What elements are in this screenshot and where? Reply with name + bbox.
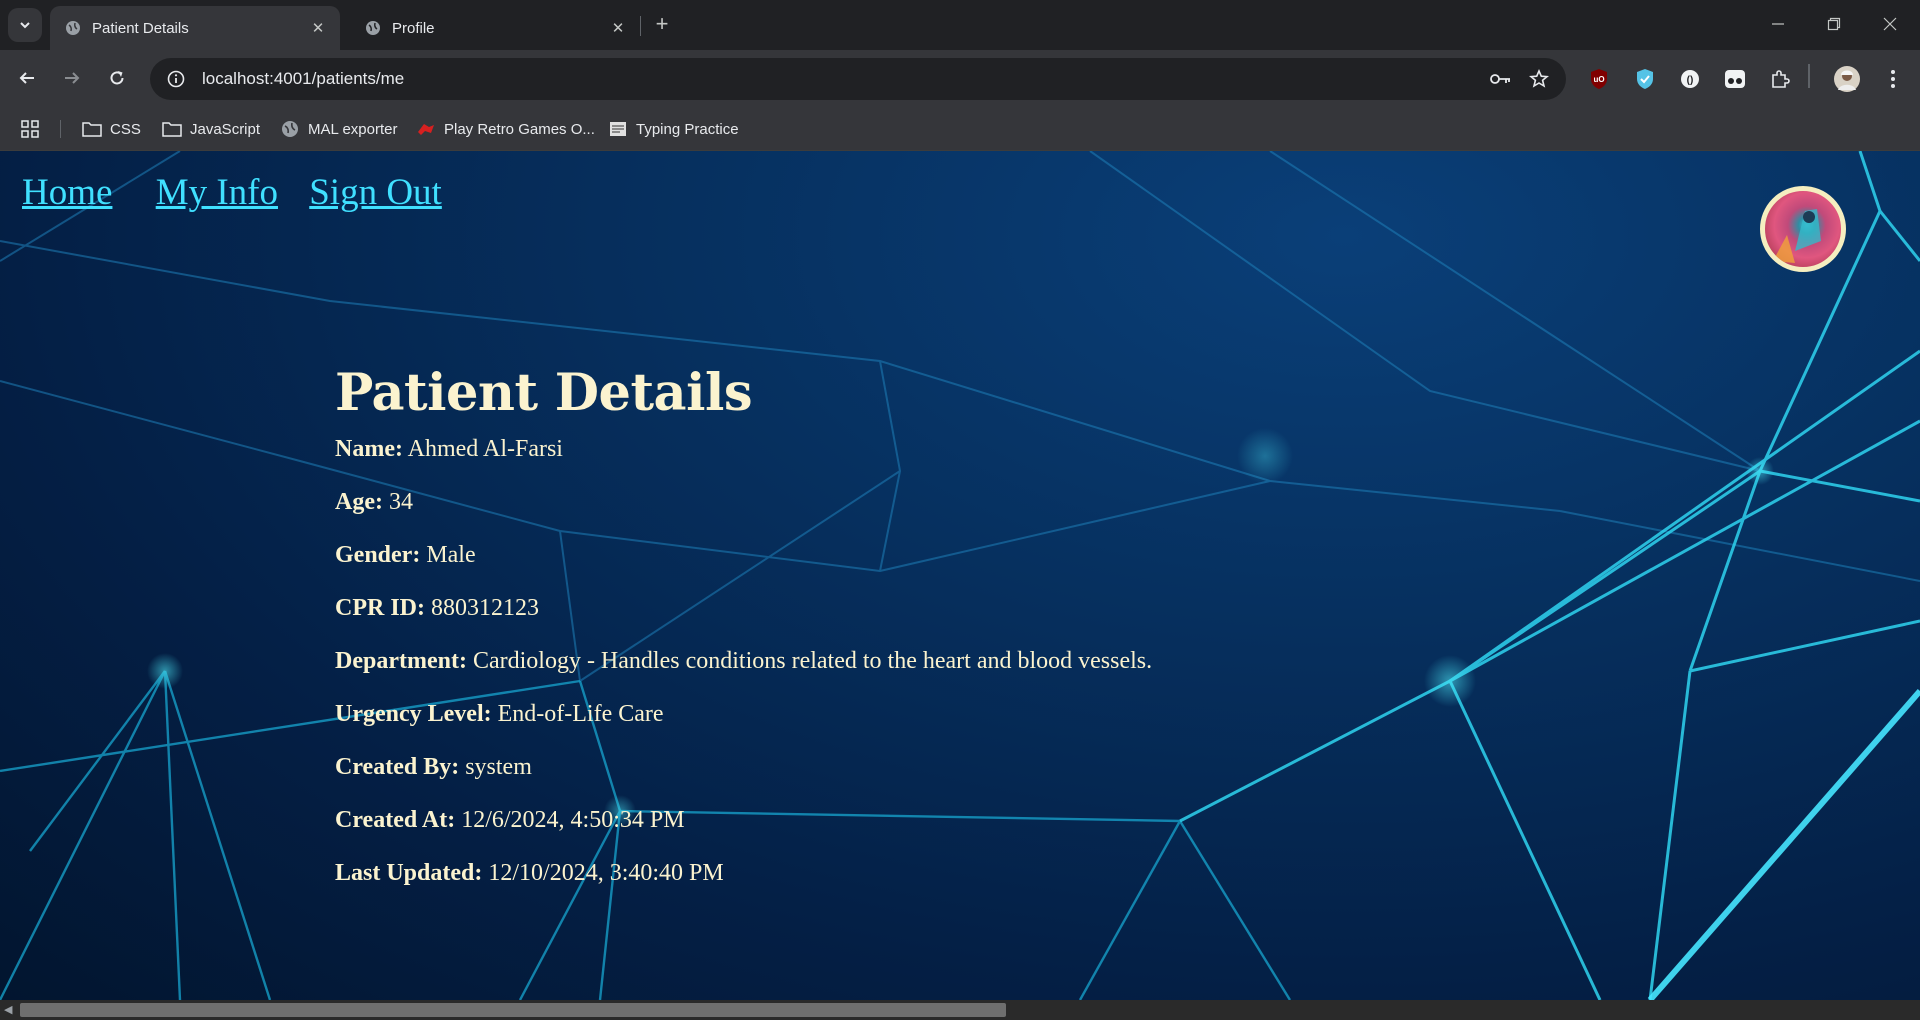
close-icon[interactable]: ✕ bbox=[306, 16, 330, 40]
keyboard-icon bbox=[608, 119, 628, 139]
field-value: 12/10/2024, 3:40:40 PM bbox=[488, 860, 724, 886]
bookmark-typing-practice[interactable]: Typing Practice bbox=[608, 116, 739, 142]
field-label: Created At: bbox=[335, 807, 456, 833]
restore-button[interactable] bbox=[1806, 0, 1862, 48]
field-label: Department: bbox=[335, 648, 467, 674]
field-value: Ahmed Al-Farsi bbox=[407, 436, 563, 462]
address-bar[interactable]: localhost:4001/patients/me bbox=[150, 58, 1566, 100]
page-viewport: Home My Info Sign Out Patient Details Na… bbox=[0, 151, 1920, 1000]
field-label: Gender: bbox=[335, 542, 421, 568]
bookmark-javascript[interactable]: JavaScript bbox=[162, 116, 260, 142]
field-value: 880312123 bbox=[431, 595, 539, 621]
field-value: 12/6/2024, 4:50:34 PM bbox=[461, 807, 685, 833]
tab-divider bbox=[640, 16, 641, 36]
tab-profile[interactable]: Profile ✕ bbox=[350, 6, 640, 50]
tab-title: Patient Details bbox=[92, 19, 189, 37]
game-icon bbox=[416, 119, 436, 139]
new-tab-button[interactable]: + bbox=[648, 10, 676, 38]
circle-extension-icon[interactable]: () bbox=[1673, 62, 1707, 96]
puzzle-extensions-icon[interactable] bbox=[1763, 62, 1797, 96]
folder-icon bbox=[162, 119, 182, 139]
horizontal-scrollbar[interactable]: ◀ bbox=[0, 1000, 1920, 1020]
reload-icon bbox=[110, 71, 124, 85]
bookmark-label: JavaScript bbox=[190, 120, 261, 138]
bookmark-mal-exporter[interactable]: MAL exporter bbox=[280, 116, 397, 142]
field-label: CPR ID: bbox=[335, 595, 425, 621]
password-key-icon[interactable] bbox=[1482, 60, 1520, 98]
field-label: Age: bbox=[335, 489, 383, 515]
globe-icon bbox=[280, 119, 300, 139]
nav-home-link[interactable]: Home bbox=[22, 172, 112, 213]
ublock-extension-icon[interactable]: uO bbox=[1582, 62, 1616, 96]
minimize-icon bbox=[1772, 23, 1784, 25]
field-label: Created By: bbox=[335, 754, 460, 780]
detail-row-cpr-id: CPR ID: 880312123 bbox=[335, 594, 1152, 647]
field-value: End-of-Life Care bbox=[497, 701, 664, 727]
bookmark-label: CSS bbox=[110, 120, 141, 138]
close-icon[interactable]: ✕ bbox=[606, 16, 630, 40]
field-label: Last Updated: bbox=[335, 860, 483, 886]
svg-text:uO: uO bbox=[1593, 75, 1604, 84]
detail-row-age: Age: 34 bbox=[335, 488, 1152, 541]
site-nav: Home My Info Sign Out bbox=[22, 171, 476, 214]
detail-row-department: Department: Cardiology - Handles conditi… bbox=[335, 647, 1152, 700]
more-menu-icon[interactable] bbox=[1876, 62, 1910, 96]
detail-row-created-by: Created By: system bbox=[335, 753, 1152, 806]
close-icon bbox=[1883, 17, 1897, 31]
bookmark-label: Play Retro Games O... bbox=[444, 120, 595, 138]
minimize-button[interactable] bbox=[1750, 0, 1806, 48]
apps-grid-icon bbox=[21, 120, 39, 138]
bookmark-play-retro-games[interactable]: Play Retro Games O... bbox=[416, 116, 595, 142]
tab-patient-details[interactable]: Patient Details ✕ bbox=[50, 6, 340, 50]
reload-button[interactable] bbox=[100, 61, 134, 95]
field-value: Male bbox=[426, 542, 476, 568]
bookmark-css[interactable]: CSS bbox=[82, 116, 141, 142]
svg-text:(): () bbox=[1687, 75, 1694, 86]
folder-icon bbox=[82, 119, 102, 139]
forward-button[interactable] bbox=[55, 61, 89, 95]
url-text[interactable]: localhost:4001/patients/me bbox=[196, 69, 1482, 89]
apps-button[interactable] bbox=[20, 116, 40, 142]
user-avatar[interactable] bbox=[1760, 186, 1846, 272]
chevron-down-icon bbox=[20, 22, 30, 29]
avatar-image bbox=[1773, 209, 1821, 263]
field-value: Cardiology - Handles conditions related … bbox=[472, 648, 1153, 674]
bookmark-label: MAL exporter bbox=[308, 120, 398, 138]
bookmark-label: Typing Practice bbox=[636, 120, 739, 138]
scroll-left-arrow-icon[interactable]: ◀ bbox=[4, 1003, 12, 1016]
globe-icon bbox=[364, 19, 382, 37]
scrollbar-thumb[interactable] bbox=[20, 1003, 1006, 1017]
detail-row-created-at: Created At: 12/6/2024, 4:50:34 PM bbox=[335, 806, 1152, 859]
patient-details-section: Patient Details Name: Ahmed Al-Farsi Age… bbox=[335, 363, 1152, 912]
tab-title: Profile bbox=[392, 19, 435, 37]
field-label: Urgency Level: bbox=[335, 701, 492, 727]
browser-toolbar: localhost:4001/patients/me uO () bbox=[0, 50, 1920, 108]
bookmarks-bar: CSS JavaScript MAL exporter Play Retro G… bbox=[0, 108, 1920, 151]
tab-search-button[interactable] bbox=[8, 8, 42, 42]
nav-my-info-link[interactable]: My Info bbox=[156, 172, 278, 213]
detail-row-name: Name: Ahmed Al-Farsi bbox=[335, 435, 1152, 488]
tab-strip: Patient Details ✕ Profile ✕ + bbox=[0, 0, 1920, 50]
nav-sign-out-link[interactable]: Sign Out bbox=[309, 172, 442, 213]
profile-avatar-icon[interactable] bbox=[1830, 62, 1864, 96]
restore-icon bbox=[1827, 17, 1841, 31]
window-close-button[interactable] bbox=[1862, 0, 1918, 48]
globe-icon bbox=[64, 19, 82, 37]
detail-row-last-updated: Last Updated: 12/10/2024, 3:40:40 PM bbox=[335, 859, 1152, 912]
toolbar-divider bbox=[1808, 64, 1810, 88]
page-title: Patient Details bbox=[335, 363, 753, 423]
bookmark-star-icon[interactable] bbox=[1520, 60, 1558, 98]
field-value: system bbox=[465, 754, 532, 780]
shield-extension-icon[interactable] bbox=[1628, 62, 1662, 96]
bookmark-divider bbox=[60, 120, 61, 138]
field-label: Name: bbox=[335, 436, 403, 462]
site-info-icon[interactable] bbox=[156, 59, 196, 99]
detail-row-gender: Gender: Male bbox=[335, 541, 1152, 594]
back-button[interactable] bbox=[10, 61, 44, 95]
detail-row-urgency-level: Urgency Level: End-of-Life Care bbox=[335, 700, 1152, 753]
glasses-extension-icon[interactable] bbox=[1718, 62, 1752, 96]
arrow-right-icon bbox=[65, 72, 80, 84]
field-value: 34 bbox=[388, 489, 413, 515]
arrow-left-icon bbox=[19, 72, 34, 84]
